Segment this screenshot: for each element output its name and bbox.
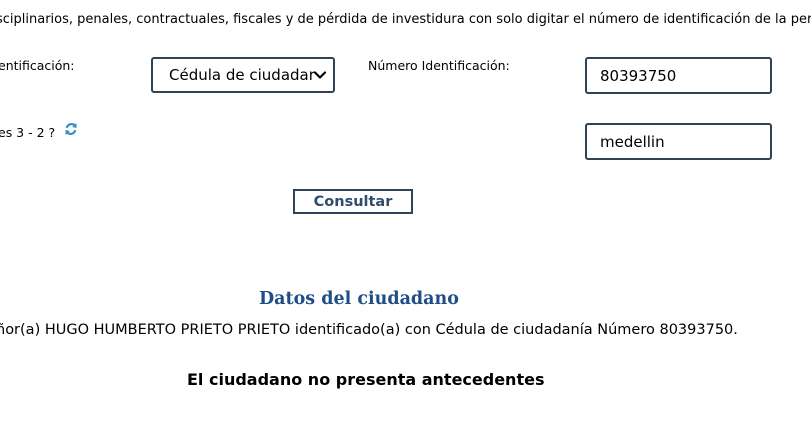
numero-identificacion-label: Número Identificación: [368, 58, 510, 73]
consulta-antecedentes-page: sciplinarios, penales, contractuales, fi… [0, 0, 811, 439]
numero-identificacion-value: 80393750 [600, 66, 677, 85]
refresh-icon[interactable] [64, 122, 78, 136]
captcha-answer-value: medellin [600, 132, 665, 151]
ciudadano-identification-text: ñor(a) HUGO HUMBERTO PRIETO PRIETO ident… [0, 322, 738, 338]
intro-text: sciplinarios, penales, contractuales, fi… [0, 12, 811, 27]
captcha-answer-input[interactable]: medellin [585, 123, 772, 160]
tipo-identificacion-label: entificación: [0, 58, 75, 73]
datos-ciudadano-title: Datos del ciudadano [259, 289, 459, 309]
chevron-down-icon [313, 71, 327, 79]
tipo-identificacion-select[interactable]: Cédula de ciudadar [151, 57, 335, 93]
numero-identificacion-input[interactable]: 80393750 [585, 57, 772, 94]
consultar-button[interactable]: Consultar [293, 189, 413, 214]
captcha-question-label: es 3 - 2 ? [0, 125, 56, 140]
tipo-identificacion-selected: Cédula de ciudadar [169, 66, 315, 84]
antecedentes-status-text: El ciudadano no presenta antecedentes [187, 370, 545, 389]
